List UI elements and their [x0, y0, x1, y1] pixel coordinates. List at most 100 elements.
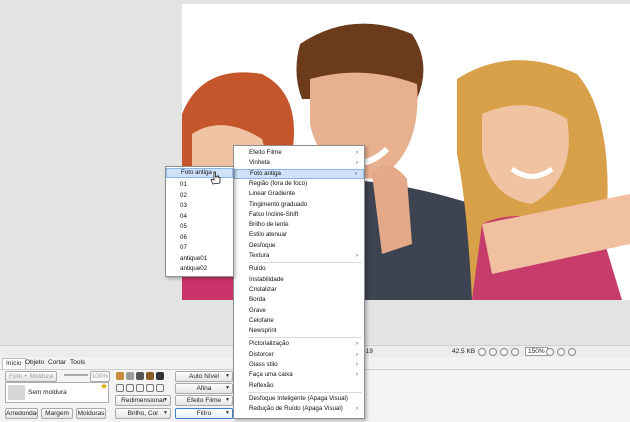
dark-tool-icon[interactable]	[136, 372, 144, 380]
filter-menu-item[interactable]: Efeito Filme ›	[234, 148, 364, 158]
filter-button[interactable]: Filtro ▼	[175, 408, 233, 419]
frames-button[interactable]: Molduras	[76, 408, 106, 419]
submenu-item[interactable]: Foto antiga	[166, 168, 233, 178]
filter-menu-item[interactable]: Estilo atenuar	[234, 230, 364, 240]
filter-menu-item[interactable]: Glass stilo ›	[234, 360, 364, 370]
margin-button[interactable]: Margem	[41, 408, 73, 419]
submenu-item[interactable]: 06	[166, 233, 233, 243]
rotate-right-icon[interactable]	[126, 384, 134, 392]
submenu-item[interactable]: 07	[166, 243, 233, 253]
auto-level-button[interactable]: Auto Nível ▼	[175, 371, 233, 382]
filter-label: Filtro	[196, 410, 212, 417]
zoom-out-icon[interactable]	[500, 348, 508, 356]
crop-icon[interactable]	[156, 384, 164, 392]
filter-menu-item[interactable]: Celofane	[234, 316, 364, 326]
zoom-level[interactable]: 150%	[525, 347, 548, 356]
tab-cortar[interactable]: Cortar	[45, 358, 69, 369]
menu-item-label: Faça uma caixa	[249, 371, 293, 379]
submenu-item[interactable]: 04	[166, 212, 233, 222]
frame-thumbnail[interactable]: Sem moldura	[5, 382, 109, 403]
flip-icon[interactable]	[136, 384, 144, 392]
favorite-star-icon[interactable]: ★	[100, 381, 108, 392]
filter-menu-item[interactable]: Foto antiga ›	[234, 168, 364, 179]
filter-menu-item[interactable]: Região (fora de foco)	[234, 179, 364, 189]
filter-menu-item[interactable]: Borda	[234, 295, 364, 305]
mirror-icon[interactable]	[146, 384, 154, 392]
menu-item-label: Instabilidade	[249, 275, 284, 283]
filter-menu-item[interactable]: Instabilidade	[234, 275, 364, 285]
zoom-in-icon[interactable]	[511, 348, 519, 356]
filter-menu-item[interactable]: Newsprint	[234, 326, 364, 336]
submenu-item[interactable]: antique01	[166, 254, 233, 264]
filter-menu-item[interactable]: Desfoque	[234, 241, 364, 251]
hand-cursor-icon	[210, 171, 221, 185]
menu-item-label: Cristalizar	[249, 285, 277, 293]
tab-objeto[interactable]: Objeto	[22, 358, 47, 369]
filter-menu-item[interactable]: Grave	[234, 306, 364, 316]
sharpen-button[interactable]: Afina ▼	[175, 383, 233, 394]
gray-tool-icon[interactable]	[126, 372, 134, 380]
chevron-down-icon: ▼	[225, 373, 230, 379]
filter-menu-item[interactable]: Brilho de lente	[234, 220, 364, 230]
menu-item-label: Linear Gradiente	[249, 190, 296, 198]
menu-item-label: Grave	[249, 306, 266, 314]
zoom-actual-icon[interactable]	[489, 348, 497, 356]
zoom-in-button-icon[interactable]	[546, 348, 554, 356]
rounded-button[interactable]: Arredondado	[5, 408, 38, 419]
film-effect-button[interactable]: Efeito Filme ▼	[175, 395, 233, 406]
menu-item-label: Ruído	[249, 265, 266, 273]
menu-item-label: Brilho de lente	[249, 221, 289, 229]
film-effect-label: Efeito Filme	[186, 397, 222, 404]
menu-item-label: Desfoque	[249, 241, 276, 249]
filter-menu-item[interactable]: Tingimento graduado	[234, 200, 364, 210]
auto-level-label: Auto Nível	[189, 373, 219, 380]
menu-item-label: Estilo atenuar	[249, 231, 287, 239]
filter-menu-item[interactable]: Reflexão	[234, 381, 364, 391]
filter-menu-item[interactable]: Pictorialização ›	[234, 339, 364, 349]
sepia-tool-icon[interactable]	[146, 372, 154, 380]
menu-item-label: Tingimento graduado	[249, 200, 308, 208]
menu-item-label: Reflexão	[249, 381, 274, 389]
fit-icon[interactable]	[478, 348, 486, 356]
photo-frame-button[interactable]: Foto + Moldura	[5, 371, 57, 382]
bw-tool-icon[interactable]	[156, 372, 164, 380]
frame-slider[interactable]	[64, 374, 88, 376]
submenu-arrow-icon: ›	[356, 362, 358, 368]
zoom-out-button-icon[interactable]	[557, 348, 565, 356]
filter-menu-item[interactable]: Desfoque Inteligente (Apaga Visual)	[234, 394, 364, 404]
filter-menu-item[interactable]: Cristalizar	[234, 285, 364, 295]
submenu-item[interactable]: 02	[166, 191, 233, 201]
rotate-left-icon[interactable]	[116, 384, 124, 392]
submenu-arrow-icon: ›	[356, 253, 358, 259]
frame-swatch	[8, 385, 25, 400]
brightness-label: Brilho, Cor	[127, 410, 159, 417]
brightness-color-button[interactable]: Brilho, Cor ▼	[115, 408, 171, 419]
zoom-reset-icon[interactable]	[568, 348, 576, 356]
menu-item-label: Glass stilo	[249, 361, 278, 368]
submenu-item[interactable]: 05	[166, 222, 233, 232]
filter-menu-item[interactable]: Distorcer ›	[234, 350, 364, 360]
status-file-size: 42.5 KB	[452, 348, 476, 355]
filter-menu-item[interactable]: Ruído	[234, 264, 364, 274]
filter-menu-item[interactable]: Vinheta ›	[234, 158, 364, 168]
filter-menu-item[interactable]: Faça uma caixa ›	[234, 370, 364, 380]
chevron-down-icon: ▼	[163, 410, 168, 416]
submenu-arrow-icon: ›	[356, 150, 358, 156]
menu-item-label: Desfoque Inteligente (Apaga Visual)	[249, 394, 348, 402]
filter-menu-item[interactable]: Linear Gradiente	[234, 189, 364, 199]
filter-menu-item[interactable]: Textura ›	[234, 251, 364, 261]
resize-button[interactable]: Redimensionar ▼	[115, 395, 171, 406]
filter-menu-item[interactable]: Falso Incline-Shift	[234, 210, 364, 220]
filter-menu-item[interactable]: Redução de Ruído (Apaga Visual) ›	[234, 404, 364, 414]
tab-tools[interactable]: Tools	[67, 358, 88, 369]
menu-item-label: Distorcer	[249, 350, 274, 358]
menu-item-label: Falso Incline-Shift	[249, 210, 299, 218]
menu-separator	[248, 262, 362, 264]
submenu-item[interactable]: 03	[166, 201, 233, 211]
color-tool-icon[interactable]	[116, 372, 124, 380]
chevron-down-icon: ▼	[163, 397, 168, 403]
submenu-arrow-icon: ›	[356, 406, 358, 413]
submenu-item[interactable]: antique02	[166, 264, 233, 274]
menu-item-label: Pictorialização	[249, 340, 289, 348]
submenu-item[interactable]: 01	[166, 180, 233, 190]
